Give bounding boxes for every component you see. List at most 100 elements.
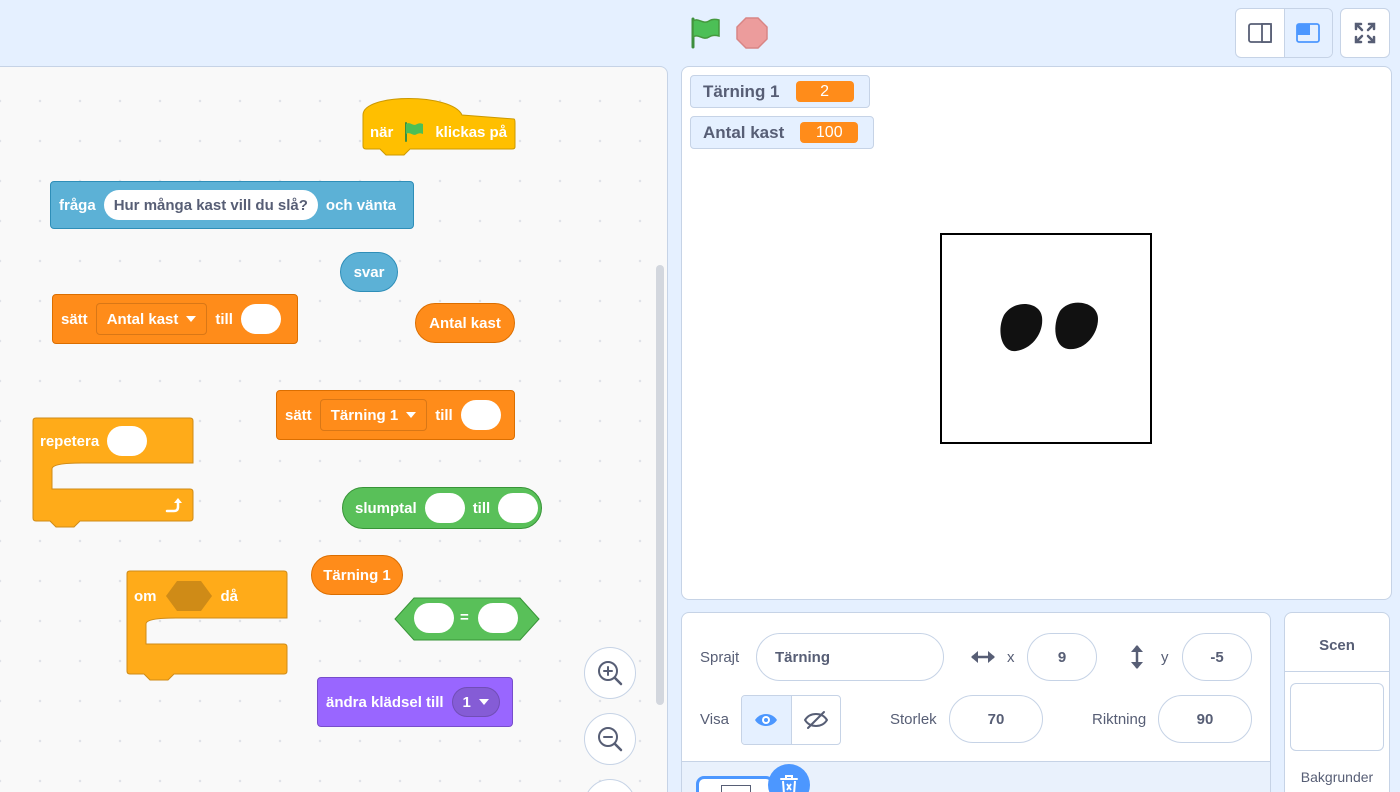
zoom-out-button[interactable] [584,713,636,765]
stage-selector-title: Scen [1319,637,1355,654]
green-flag-icon[interactable] [688,16,722,50]
sprite-info-panel: Sprajt Tärning x 9 y -5 Visa Storlek 70 … [681,612,1271,792]
when-flag-clicked-block[interactable]: när klickas på [362,85,516,159]
loop-arrow-icon [165,498,182,513]
switch-costume-label: ändra klädsel till [326,693,444,711]
horizontal-arrows-icon [971,651,995,663]
size-label: Storlek [890,711,937,728]
set-variable-block-antal-kast[interactable]: sätt Antal kast till [52,294,298,344]
answer-label: svar [353,263,385,281]
repeat-label: repetera [40,432,100,450]
costume-value: 1 [462,693,471,711]
caret-down-icon [186,316,197,322]
monitor-label: Tärning 1 [703,81,780,101]
ask-question-input[interactable]: Hur många kast vill du slå? [103,190,318,220]
switch-costume-block[interactable]: ändra klädsel till 1 [317,677,513,727]
large-stage-icon [1296,23,1321,43]
zoom-in-icon [598,661,623,686]
equals-left-input[interactable] [414,603,454,633]
pick-random-block[interactable]: slumptal till [342,487,542,529]
stage-selector[interactable]: Scen Bakgrunder [1284,612,1390,792]
x-label: x [1007,649,1015,666]
to-label: till [435,406,453,424]
sprite-name-value: Tärning [775,648,830,666]
direction-label: Riktning [1092,711,1147,728]
set-variable-block-tarning-1[interactable]: sätt Tärning 1 till [276,390,515,440]
eye-icon [755,714,778,726]
random-to-input[interactable] [498,493,539,523]
variable-reporter-tarning-1[interactable]: Tärning 1 [311,555,403,595]
ask-and-wait-block[interactable]: fråga Hur många kast vill du slå? och vä… [50,181,414,229]
x-value: 9 [1057,648,1067,666]
code-area[interactable]: när klickas på fråga Hur många kast vill… [0,66,668,792]
equals-operator: = [460,609,469,626]
equals-block[interactable]: = [394,597,540,641]
stage-thumbnail[interactable] [1290,683,1384,751]
stage-size-toggle [1235,8,1333,58]
delete-sprite-button[interactable] [768,764,810,792]
y-label: y [1161,649,1169,666]
variable-reporter-label: Antal kast [429,314,501,332]
size-field[interactable]: 70 [949,695,1043,743]
dice-pips [1000,302,1098,352]
caret-down-icon [478,699,489,705]
eye-hidden-icon [803,711,828,729]
random-label: slumptal [355,499,417,517]
repeat-block[interactable]: repetera [32,417,194,531]
sprite-thumbnail-image [721,785,751,792]
sprite-label: Sprajt [700,649,740,666]
fullscreen-icon [1354,22,1376,44]
random-from-input[interactable] [424,493,465,523]
trash-icon [780,775,798,792]
variable-dropdown[interactable]: Antal kast [95,303,208,335]
repeat-count-input[interactable] [107,426,148,456]
y-position-field[interactable]: -5 [1182,633,1252,681]
direction-value: 90 [1196,710,1214,728]
fullscreen-button[interactable] [1340,8,1390,58]
condition-slot[interactable] [165,580,213,612]
divider [1285,671,1389,672]
if-label: om [134,587,157,605]
hide-sprite-button[interactable] [790,696,841,744]
sprite-thumbnail[interactable] [696,776,774,792]
zoom-out-icon [598,727,623,752]
monitor-value: 2 [795,81,854,102]
if-then-block[interactable]: om då [126,570,288,684]
value-input[interactable] [240,304,281,334]
zoom-in-button[interactable] [584,647,636,699]
stop-icon[interactable] [735,16,769,50]
equals-right-input[interactable] [478,603,518,633]
dice-sprite[interactable] [940,233,1152,444]
ask-label: fråga [59,196,96,214]
sprite-name-field[interactable]: Tärning [756,633,944,681]
value-input[interactable] [460,400,501,430]
set-label: sätt [61,310,88,328]
vertical-arrows-icon [1131,645,1143,669]
direction-field[interactable]: 90 [1158,695,1252,743]
then-label: då [220,587,239,605]
variable-name: Tärning 1 [330,406,399,424]
clicked-label: klickas på [435,123,508,141]
answer-reporter[interactable]: svar [340,252,398,292]
code-scrollbar[interactable] [656,265,664,705]
variable-monitor-tarning-1: Tärning 1 2 [690,75,870,108]
small-stage-icon [1247,23,1272,43]
monitor-value: 100 [800,122,859,143]
small-stage-button[interactable] [1236,9,1284,57]
variable-name: Antal kast [106,310,179,328]
show-sprite-button[interactable] [742,696,791,744]
to-label: till [215,310,233,328]
stage[interactable]: Tärning 1 2 Antal kast 100 [681,66,1392,600]
x-position-field[interactable]: 9 [1027,633,1097,681]
large-stage-button[interactable] [1283,9,1332,57]
variable-reporter-antal-kast[interactable]: Antal kast [415,303,515,343]
sprite-list [682,761,1270,792]
caret-down-icon [406,412,417,418]
costume-dropdown[interactable]: 1 [451,687,500,717]
when-label: när [370,123,394,141]
monitor-label: Antal kast [703,122,785,142]
y-value: -5 [1210,648,1224,666]
and-wait-label: och vänta [325,196,396,214]
zoom-reset-button[interactable] [584,779,636,792]
variable-dropdown[interactable]: Tärning 1 [319,399,428,431]
